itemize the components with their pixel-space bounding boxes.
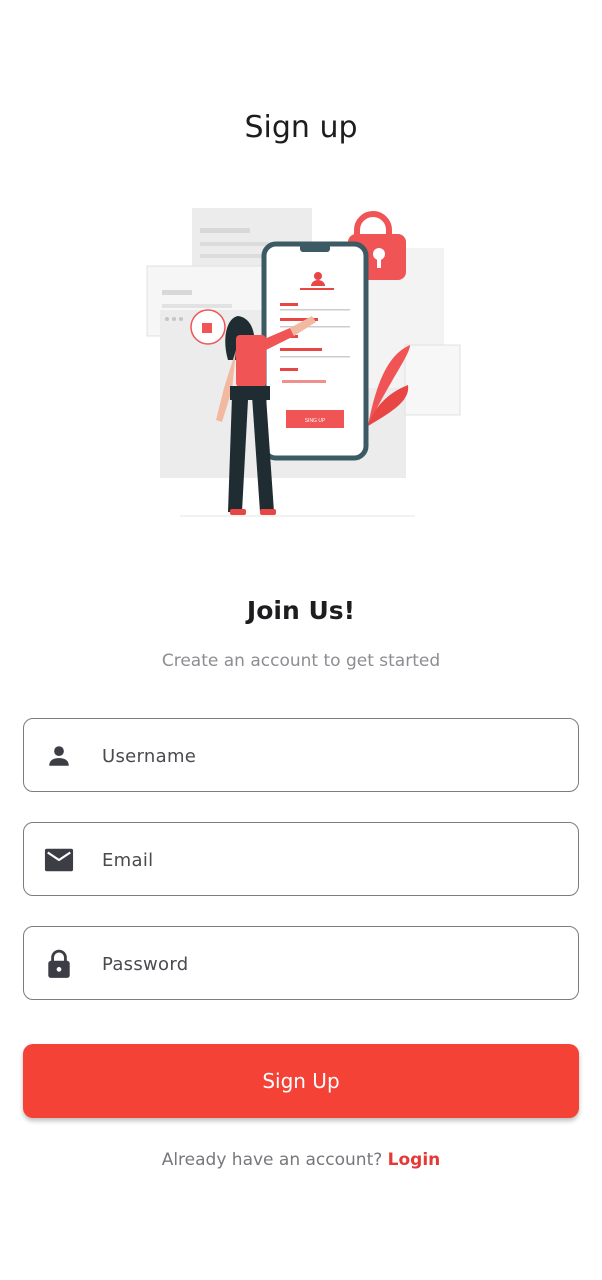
password-input[interactable]	[100, 927, 554, 1001]
person-icon	[44, 743, 74, 769]
signup-illustration: SING UP	[146, 208, 461, 517]
email-field[interactable]	[23, 822, 579, 897]
join-subtitle: Create an account to get started	[161, 651, 441, 671]
login-link[interactable]: Login	[388, 1150, 441, 1170]
login-prompt: Already have an account? Login	[0, 1150, 602, 1170]
join-heading: Join Us!	[246, 596, 356, 625]
mail-icon	[44, 847, 74, 873]
page-title: Sign up	[244, 110, 358, 145]
signup-button[interactable]: Sign Up	[23, 1044, 579, 1118]
username-input[interactable]	[100, 719, 554, 793]
email-input[interactable]	[100, 823, 554, 897]
phone-signup-label: SING UP	[305, 418, 326, 424]
username-field[interactable]	[23, 718, 579, 793]
password-field[interactable]	[23, 926, 579, 1001]
lock-icon	[44, 949, 74, 978]
login-prompt-text: Already have an account?	[161, 1150, 383, 1170]
